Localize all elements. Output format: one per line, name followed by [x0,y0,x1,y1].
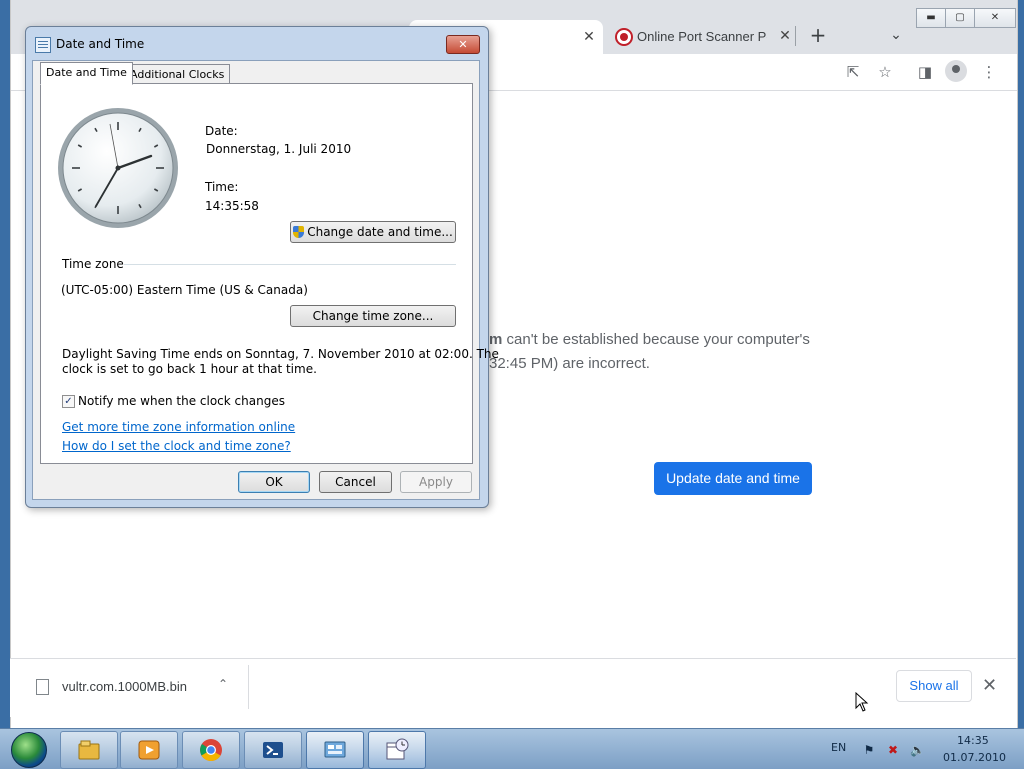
control-panel-icon [324,741,346,758]
sidepanel-icon[interactable]: ◨ [913,60,937,84]
notify-label[interactable]: Notify me when the clock changes [78,394,285,408]
tab-date-and-time[interactable]: Date and Time [40,62,133,85]
language-indicator[interactable]: EN [831,741,846,754]
divider [248,665,249,709]
chrome-icon [200,739,222,761]
file-icon [36,679,49,695]
explorer-icon [78,740,100,760]
error-text-line1: m can't be established because your comp… [489,331,810,348]
timezone-value: (UTC-05:00) Eastern Time (US & Canada) [61,283,308,297]
error-bold-fragment: m [489,331,503,348]
dialog-close-button[interactable]: ✕ [446,35,480,54]
tray-clock-date[interactable]: 01.07.2010 [943,751,1006,764]
tray-clock-time[interactable]: 14:35 [957,734,989,747]
close-icon[interactable]: ✕ [982,675,997,696]
update-date-time-button[interactable]: Update date and time [654,462,812,495]
profile-icon[interactable] [945,60,967,82]
tab-port-scanner[interactable]: Online Port Scanner Pov ✕ [611,20,801,54]
tab-panel: Date: Donnerstag, 1. Juli 2010 Time: 14:… [40,83,499,464]
change-date-time-button[interactable]: Change date and time... [290,221,456,243]
time-label: Time: [205,180,239,194]
tab-search-chevron-icon[interactable]: ⌄ [885,24,907,46]
how-to-set-clock-link[interactable]: How do I set the clock and time zone? [62,439,291,453]
divider [124,264,456,265]
date-time-icon [386,738,409,760]
taskbar-control-panel[interactable] [306,731,364,769]
ok-button[interactable]: OK [238,471,310,493]
taskbar-media-player[interactable] [120,731,178,769]
time-value: 14:35:58 [205,199,259,213]
uac-shield-icon [293,226,305,238]
download-filename[interactable]: vultr.com.1000MB.bin [62,679,187,694]
action-center-icon[interactable]: ⚑ [862,743,876,757]
windows-logo-icon [11,732,47,768]
close-button[interactable]: ✕ [974,8,1016,28]
change-date-time-label: Change date and time... [307,225,453,239]
timezone-header: Time zone [62,257,124,271]
menu-icon[interactable]: ⋮ [977,60,1001,84]
dst-text-line1: Daylight Saving Time ends on Sonntag, 7.… [62,347,499,361]
more-timezone-info-link[interactable]: Get more time zone information online [62,420,295,434]
date-label: Date: [205,124,238,138]
new-tab-icon[interactable]: + [807,24,829,46]
port-scanner-favicon-icon [615,28,633,46]
cancel-button[interactable]: Cancel [319,471,392,493]
chevron-up-icon[interactable]: ⌃ [218,677,228,691]
dialog-body: Date and Time Additional Clocks Date: Do… [32,60,499,500]
taskbar: EN ⚑ ✖ 🔈 14:35 01.07.2010 [0,728,1024,769]
minimize-button[interactable]: ▬ [916,8,946,28]
share-icon[interactable]: ⇱ [841,60,865,84]
date-value: Donnerstag, 1. Juli 2010 [206,142,352,156]
taskbar-chrome[interactable] [182,731,240,769]
maximize-button[interactable]: ▢ [945,8,975,28]
show-all-button[interactable]: Show all [896,670,972,702]
taskbar-explorer[interactable] [60,731,118,769]
tab-close-icon[interactable]: ✕ [775,26,795,46]
date-time-dialog: Date and Time ✕ Date and Time Additional… [25,26,499,508]
tab-close-icon[interactable]: ✕ [579,27,599,47]
dialog-title: Date and Time [56,37,145,51]
media-player-icon [138,740,160,760]
tab-additional-clocks[interactable]: Additional Clocks [124,64,231,85]
date-time-icon [35,37,51,53]
window-controls: ▬ ▢ ✕ [916,8,1016,30]
star-icon[interactable]: ☆ [873,60,897,84]
notify-checkbox[interactable]: ✓ [62,395,75,408]
analog-clock-icon [58,108,178,228]
error-text-rest: can't be established because your comput… [502,331,810,348]
mouse-cursor-icon [855,692,869,712]
error-text-line2: 32:45 PM) are incorrect. [489,355,650,372]
network-icon[interactable]: ✖ [886,743,900,757]
change-timezone-button[interactable]: Change time zone... [290,305,456,327]
tab-title: Online Port Scanner Pov [637,29,767,44]
taskbar-powershell[interactable] [244,731,302,769]
volume-icon[interactable]: 🔈 [910,743,925,757]
tab-separator [795,26,796,46]
taskbar-date-time[interactable] [368,731,426,769]
start-button[interactable] [4,729,52,769]
apply-button[interactable]: Apply [400,471,472,493]
dst-text-line2: clock is set to go back 1 hour at that t… [62,362,317,376]
powershell-icon [263,742,283,758]
